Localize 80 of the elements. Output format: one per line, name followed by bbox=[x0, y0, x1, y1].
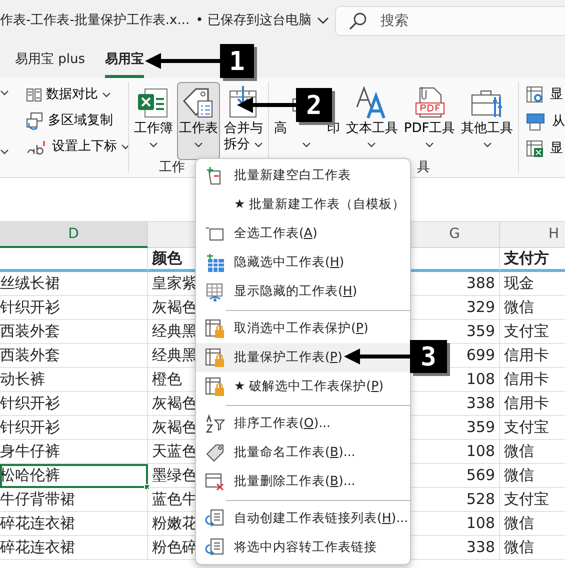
caret-icon bbox=[0, 149, 9, 155]
table-cell: 碎花连衣裙 bbox=[0, 512, 148, 536]
file-name: 作表-工作表-批量保护工作表.x... bbox=[0, 12, 190, 30]
caret-icon bbox=[367, 142, 376, 148]
table-cell: 动长裤 bbox=[0, 368, 148, 392]
table-cell: 针织开衫 bbox=[0, 416, 148, 440]
step-tooltip: 1 bbox=[145, 44, 257, 81]
caret-icon bbox=[102, 92, 112, 98]
caret-icon bbox=[482, 142, 492, 148]
table-cell: 微信 bbox=[500, 440, 565, 464]
compare-icon bbox=[26, 87, 42, 103]
menu-item[interactable]: 将选中内容转工作表链接 bbox=[196, 533, 410, 562]
menu-item[interactable]: 批量保护工作表(P) bbox=[196, 343, 410, 372]
column-header[interactable]: D bbox=[0, 222, 148, 248]
ribbon-button[interactable]: PDF工具 bbox=[402, 82, 458, 160]
ribbon-button[interactable]: 其他工具 bbox=[459, 82, 516, 160]
table-cell: 丝绒长裙 bbox=[0, 272, 148, 296]
table-cell: 支付宝 bbox=[500, 320, 565, 344]
table-cell: 牛仔背带裙 bbox=[0, 488, 148, 512]
caret-icon bbox=[194, 142, 203, 148]
table-cell: 微信 bbox=[500, 512, 565, 536]
header-cell: 支付方 bbox=[500, 248, 565, 272]
column-header[interactable]: G bbox=[410, 222, 500, 248]
table-cell: 微信 bbox=[500, 464, 565, 488]
ribbon-button[interactable]: 工作簿 bbox=[132, 82, 175, 160]
menu-item[interactable]: 批量命名工作表(B)... bbox=[196, 438, 410, 467]
save-status: • 已保存到这台电脑 bbox=[196, 12, 312, 30]
table-cell: 信用卡 bbox=[500, 368, 565, 392]
sort-icon bbox=[205, 414, 225, 434]
caret-icon bbox=[254, 142, 264, 148]
group-label: 工作 bbox=[158, 160, 185, 175]
sheet-lock-icon bbox=[205, 318, 225, 338]
menu-item[interactable]: 批量新建空白工作表 bbox=[196, 161, 410, 190]
ribbon-button[interactable]: 工作表 bbox=[176, 82, 220, 160]
link-list-icon bbox=[205, 538, 225, 558]
caret-icon bbox=[121, 144, 130, 150]
table-cell: 微信 bbox=[500, 536, 565, 560]
grid-eye-icon bbox=[205, 282, 225, 302]
caret-icon bbox=[425, 142, 434, 148]
table-cell: 西装外套 bbox=[0, 344, 148, 368]
caret-icon bbox=[302, 142, 312, 148]
ribbon-button[interactable]: 多区域复制 bbox=[26, 110, 128, 132]
search-icon bbox=[349, 12, 368, 30]
table-cell: 信用卡 bbox=[500, 344, 565, 368]
sheet-lock-icon bbox=[205, 376, 225, 396]
window-icon bbox=[526, 113, 546, 131]
table-cell: 针织开衫 bbox=[0, 296, 148, 320]
table-cell: 西装外套 bbox=[0, 320, 148, 344]
table-cell: 身牛仔裤 bbox=[0, 440, 148, 464]
table-cell: 支付宝 bbox=[500, 416, 565, 440]
ribbon-button[interactable]: 数据对比 bbox=[26, 84, 128, 106]
ribbon-tab[interactable]: 易用宝 plus bbox=[15, 50, 86, 78]
spreadsheet-icon bbox=[526, 140, 544, 158]
table-cell: 碎花连衣裙 bbox=[0, 536, 148, 560]
caret-icon bbox=[148, 142, 158, 148]
copy-icon bbox=[26, 112, 44, 130]
tag-icon bbox=[205, 442, 225, 462]
ribbon-button[interactable]: 文本工具 bbox=[344, 82, 400, 160]
ribbon-button[interactable]: 显 bbox=[526, 84, 565, 106]
sheet-delete-icon bbox=[205, 472, 225, 492]
table-cell: 支付宝 bbox=[500, 488, 565, 512]
table-cell: 针织开衫 bbox=[0, 392, 148, 416]
ribbon-button[interactable]: 设置上下标 bbox=[26, 136, 128, 158]
menu-item[interactable]: 全选工作表(A) bbox=[196, 219, 410, 248]
ribbon-button[interactable]: 从 bbox=[526, 111, 565, 133]
caret-icon bbox=[0, 90, 9, 96]
search-field[interactable]: 搜索 bbox=[335, 6, 565, 36]
group-label: 具 bbox=[416, 160, 430, 175]
menu-item[interactable]: ★ 批量新建工作表（自模板） bbox=[196, 190, 410, 219]
ribbon-button[interactable]: 显 bbox=[526, 138, 565, 160]
chevron-icon bbox=[317, 17, 330, 25]
step-tooltip: 3 bbox=[344, 340, 450, 376]
link-list-icon bbox=[205, 508, 225, 528]
column-header[interactable]: H bbox=[500, 222, 565, 248]
sheet-lock-icon bbox=[205, 348, 225, 368]
table-cell: 现金 bbox=[500, 272, 565, 296]
table-cell: 微信 bbox=[500, 296, 565, 320]
table-cell: 信用卡 bbox=[500, 392, 565, 416]
sheet-gear-icon bbox=[526, 86, 544, 104]
grid-icon bbox=[205, 252, 225, 272]
